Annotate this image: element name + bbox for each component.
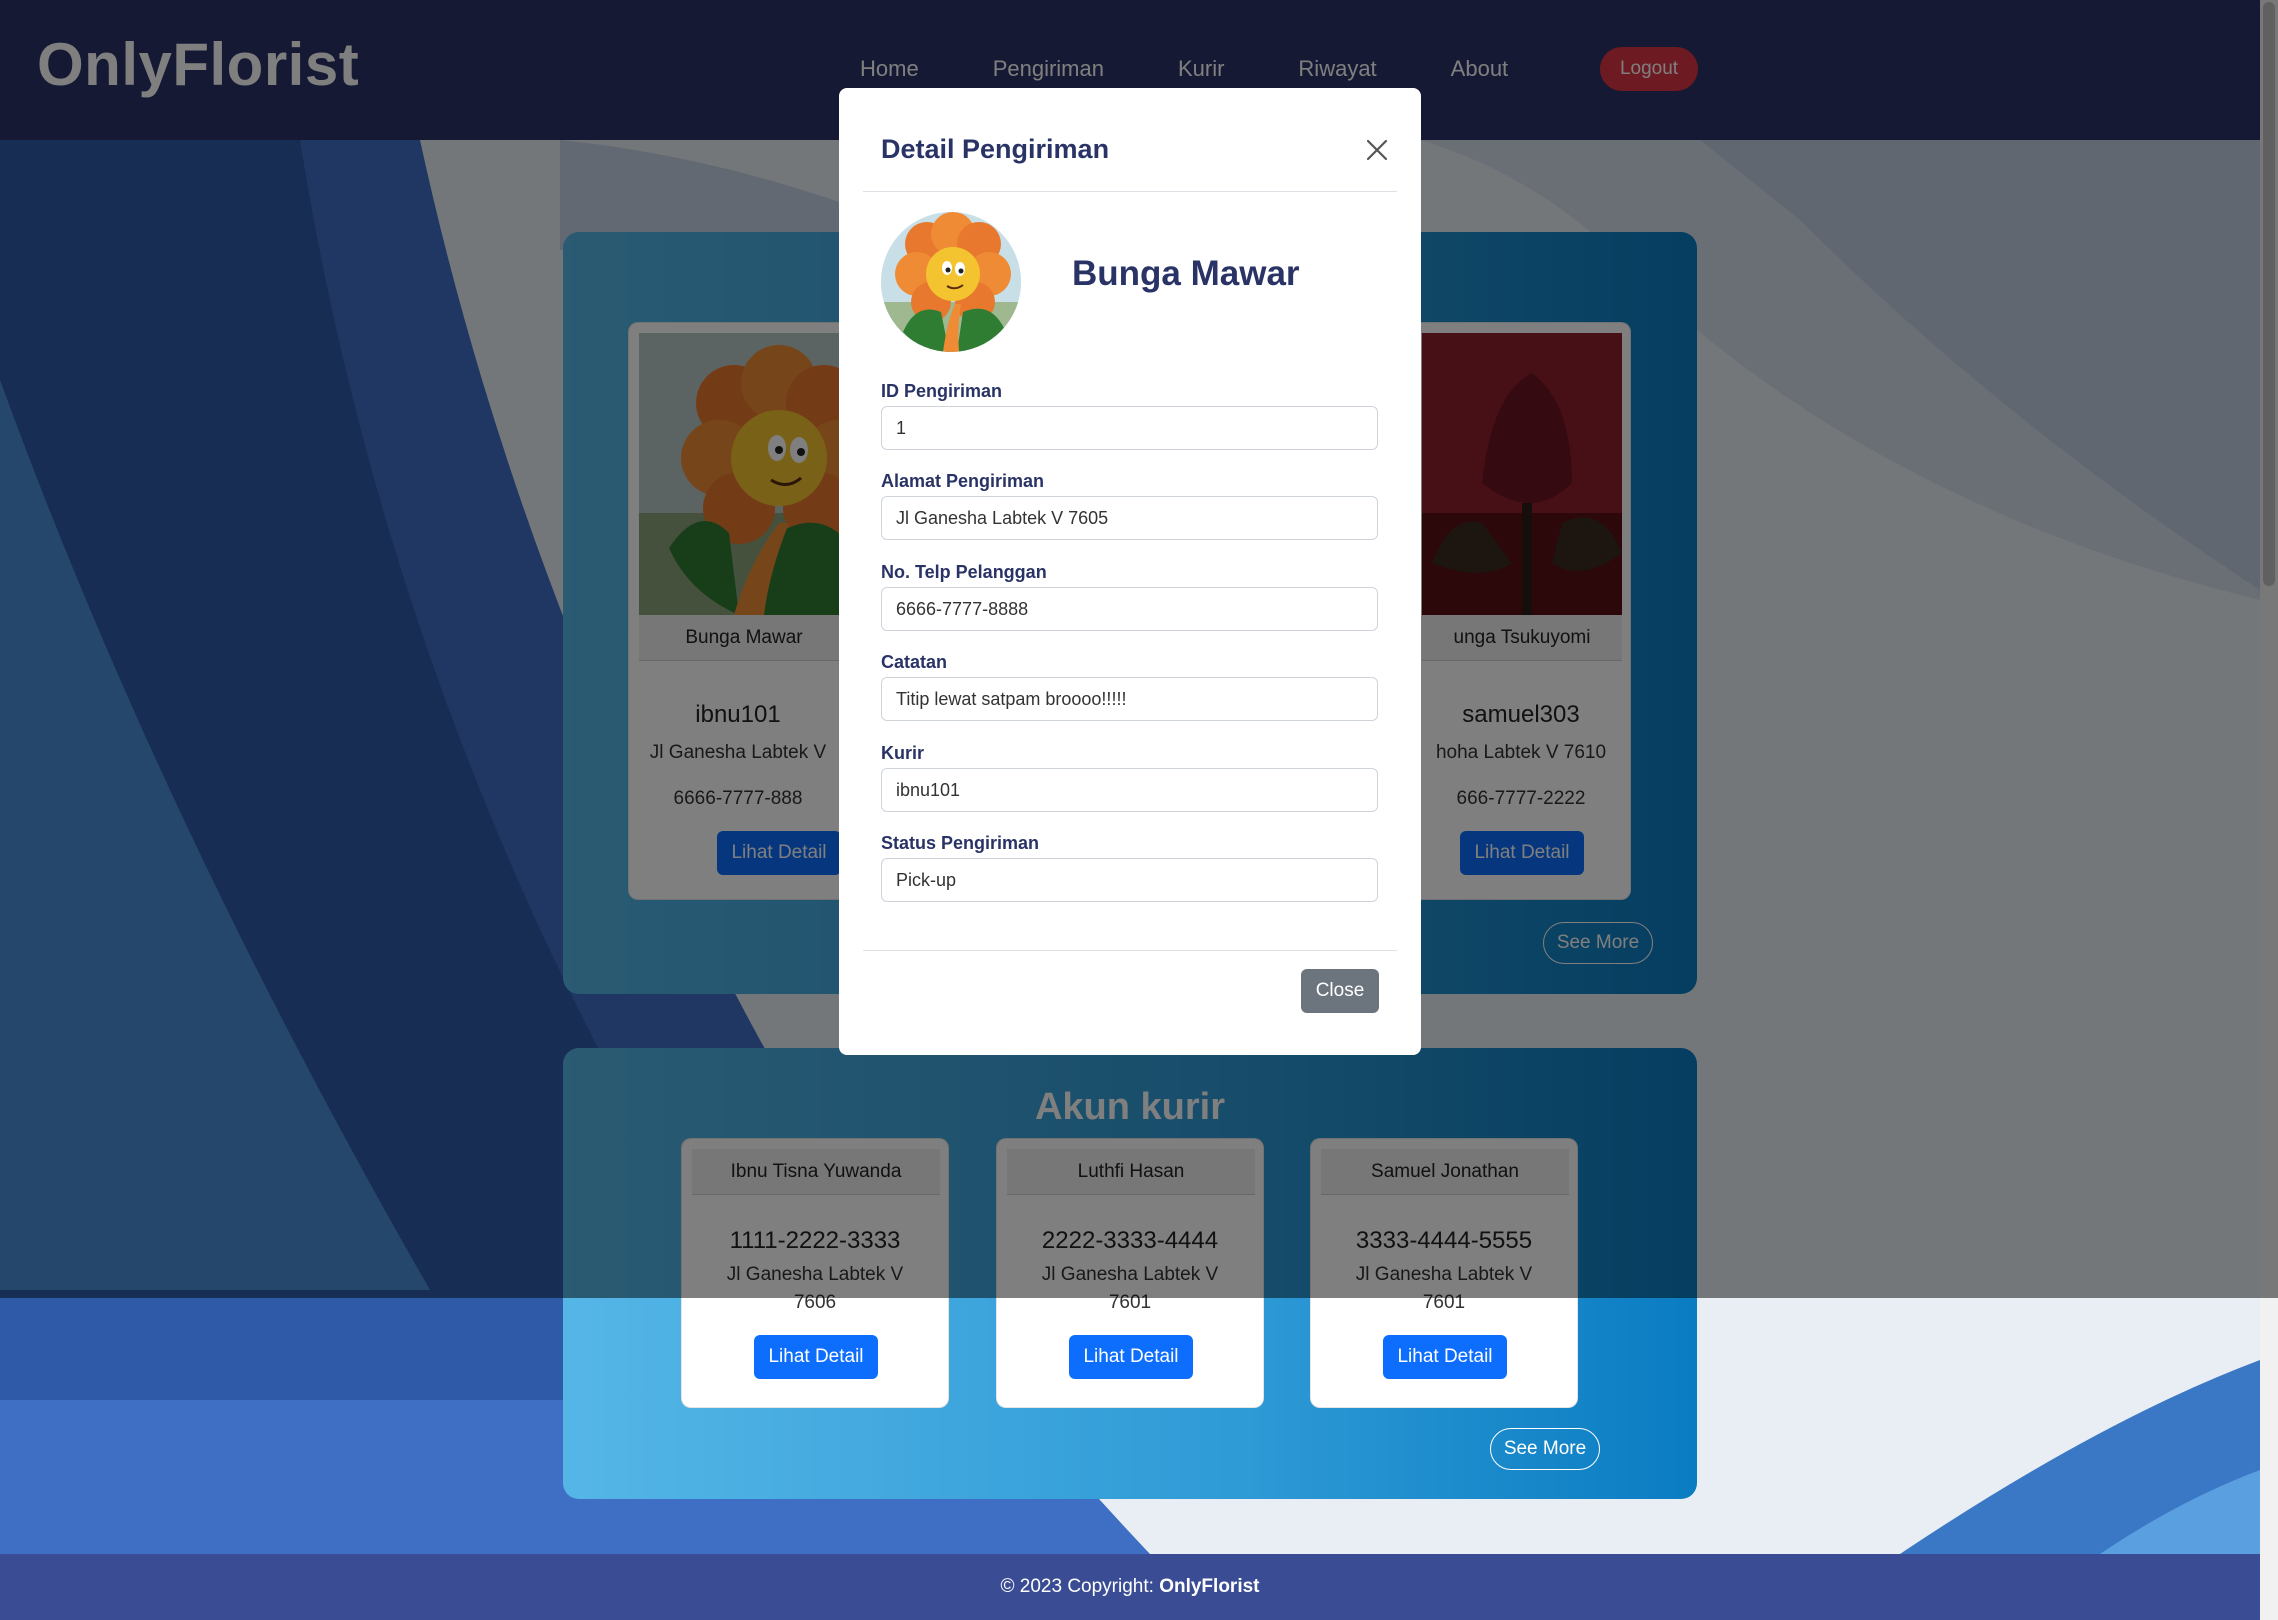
modal-header: Detail Pengiriman bbox=[863, 88, 1397, 192]
modal-footer-divider bbox=[863, 950, 1397, 951]
no-telp-field[interactable] bbox=[881, 587, 1378, 631]
alamat-pengiriman-field[interactable] bbox=[881, 496, 1378, 540]
catatan-label: Catatan bbox=[881, 652, 948, 672]
close-icon[interactable] bbox=[1357, 130, 1397, 170]
no-telp-label: No. Telp Pelanggan bbox=[881, 562, 1047, 582]
modal-backdrop-lower bbox=[0, 1298, 2278, 1620]
kurir-field[interactable] bbox=[881, 768, 1378, 812]
flower-name: Bunga Mawar bbox=[1072, 254, 1300, 293]
alamat-pengiriman-label: Alamat Pengiriman bbox=[881, 471, 1045, 491]
catatan-field[interactable] bbox=[881, 677, 1378, 721]
modal-title: Detail Pengiriman bbox=[881, 134, 1110, 164]
kurir-label: Kurir bbox=[881, 743, 925, 763]
detail-pengiriman-modal: Detail Pengiriman Bunga Mawar ID Pengiri… bbox=[839, 88, 1421, 1055]
status-pengiriman-label: Status Pengiriman bbox=[881, 833, 1040, 853]
status-pengiriman-field[interactable] bbox=[881, 858, 1378, 902]
close-button[interactable]: Close bbox=[1301, 969, 1379, 1013]
flower-avatar bbox=[881, 212, 1021, 352]
id-pengiriman-label: ID Pengiriman bbox=[881, 381, 1003, 401]
id-pengiriman-field[interactable] bbox=[881, 406, 1378, 450]
